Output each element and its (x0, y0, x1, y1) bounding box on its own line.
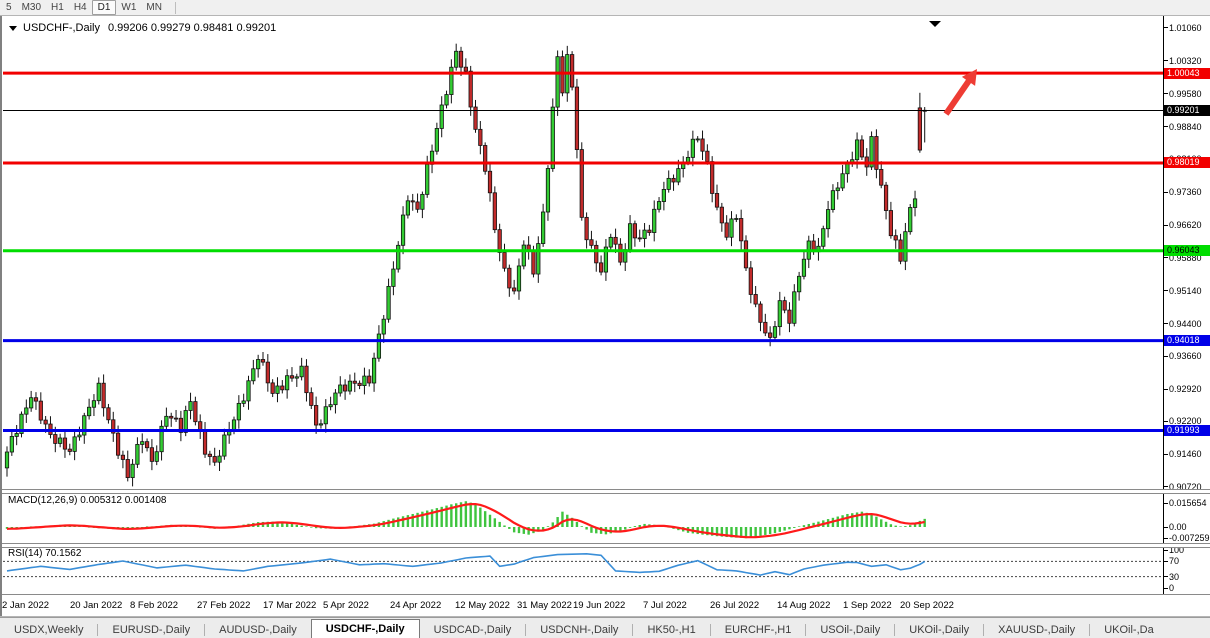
rsi-axis-tick: 0 (1169, 583, 1174, 593)
pane-separator[interactable] (0, 543, 1210, 548)
symbol-tab-eurusd-daily[interactable]: EURUSD-,Daily (98, 622, 204, 638)
axis-tick-mark (1163, 561, 1168, 562)
symbol-tab-usdcnh-daily[interactable]: USDCNH-,Daily (526, 622, 632, 638)
date-axis-tick: 12 May 2022 (455, 600, 510, 611)
axis-tick-mark (1163, 550, 1168, 551)
price-axis-tick: 0.97360 (1169, 187, 1202, 197)
axis-tick-mark (1163, 421, 1168, 422)
price-level-badge: 0.94018 (1164, 335, 1210, 346)
axis-tick-mark (1163, 486, 1168, 487)
symbol-tab-xauusd-daily[interactable]: XAUUSD-,Daily (984, 622, 1089, 638)
price-level-badge: 0.99201 (1164, 105, 1210, 116)
macd-axis-tick: 0.00 (1169, 522, 1187, 532)
price-axis-tick: 0.96620 (1169, 220, 1202, 230)
axis-tick-mark (1163, 454, 1168, 455)
rsi-axis-tick: 30 (1169, 572, 1179, 582)
date-axis-tick: 27 Feb 2022 (197, 600, 250, 611)
timeframe-button-m30[interactable]: M30 (17, 1, 46, 14)
macd-pane[interactable] (3, 492, 1163, 543)
rsi-indicator-label: RSI(14) 70.1562 (8, 548, 81, 559)
macd-axis-tick: -0.007259 (1169, 533, 1210, 543)
date-axis-tick: 2 Jan 2022 (2, 600, 49, 611)
chart-symbol-label: USDCHF-,Daily (23, 22, 100, 34)
timeframe-button-mn[interactable]: MN (141, 1, 167, 14)
toolbar-separator (175, 2, 176, 14)
price-level-badge: 0.98019 (1164, 157, 1210, 168)
axis-tick-mark (1163, 93, 1168, 94)
axis-tick-mark (1163, 192, 1168, 193)
axis-tick-mark (1163, 27, 1168, 28)
axis-tick-mark (1163, 538, 1168, 539)
axis-tick-mark (1163, 60, 1168, 61)
price-pane[interactable] (3, 16, 1163, 490)
axis-tick-mark (1163, 503, 1168, 504)
price-level-badge: 0.91993 (1164, 425, 1210, 436)
price-axis-line (1163, 16, 1164, 594)
axis-tick-mark (1163, 323, 1168, 324)
macd-axis-tick: 0.015654 (1169, 498, 1207, 508)
timeframe-button-h1[interactable]: H1 (46, 1, 69, 14)
price-axis-tick: 0.99580 (1169, 89, 1202, 99)
axis-tick-mark (1163, 126, 1168, 127)
chart-frame-left (0, 15, 2, 616)
symbol-tab-bar: USDX,WeeklyEURUSD-,DailyAUDUSD-,DailyUSD… (0, 617, 1210, 638)
date-axis-tick: 20 Jan 2022 (70, 600, 122, 611)
timeframe-button-5[interactable]: 5 (1, 1, 17, 14)
date-axis-tick: 19 Jun 2022 (573, 600, 625, 611)
price-axis-tick: 1.00320 (1169, 56, 1202, 66)
date-axis-tick: 31 May 2022 (517, 600, 572, 611)
symbol-tab-usdx-weekly[interactable]: USDX,Weekly (0, 622, 97, 638)
date-axis-tick: 7 Jul 2022 (643, 600, 687, 611)
rsi-axis-tick: 70 (1169, 556, 1179, 566)
price-axis-tick: 0.98840 (1169, 122, 1202, 132)
rsi-pane[interactable] (3, 546, 1163, 594)
date-axis-tick: 1 Sep 2022 (843, 600, 892, 611)
axis-tick-mark (1163, 257, 1168, 258)
axis-tick-mark (1163, 389, 1168, 390)
symbol-tab-usdcad-daily[interactable]: USDCAD-,Daily (420, 622, 526, 638)
symbol-tab-usdchf-daily[interactable]: USDCHF-,Daily (311, 619, 420, 638)
price-axis-tick: 0.94400 (1169, 319, 1202, 329)
price-axis-tick: 1.01060 (1169, 23, 1202, 33)
pane-separator[interactable] (0, 489, 1210, 494)
symbol-tab-audusd-daily[interactable]: AUDUSD-,Daily (205, 622, 311, 638)
price-level-badge: 1.00043 (1164, 68, 1210, 79)
axis-tick-mark (1163, 225, 1168, 226)
symbol-tab-eurchf-h1[interactable]: EURCHF-,H1 (711, 622, 806, 638)
date-axis-tick: 5 Apr 2022 (323, 600, 369, 611)
trading-platform-window: 5M30H1H4D1W1MN USDCHF-,Daily 0.99206 0.9… (0, 0, 1210, 638)
timeframe-button-h4[interactable]: H4 (69, 1, 92, 14)
price-axis-tick: 0.91460 (1169, 449, 1202, 459)
axis-tick-mark (1163, 356, 1168, 357)
date-axis-tick: 24 Apr 2022 (390, 600, 441, 611)
collapse-triangle-icon[interactable] (9, 26, 17, 31)
axis-tick-mark (1163, 576, 1168, 577)
timeframe-toolbar: 5M30H1H4D1W1MN (0, 0, 1210, 16)
timeframe-button-w1[interactable]: W1 (116, 1, 141, 14)
chart-ohlc-values: 0.99206 0.99279 0.98481 0.99201 (108, 22, 276, 34)
date-axis-tick: 14 Aug 2022 (777, 600, 830, 611)
date-axis-tick: 20 Sep 2022 (900, 600, 954, 611)
axis-tick-mark (1163, 290, 1168, 291)
price-axis-tick: 0.92920 (1169, 384, 1202, 394)
date-axis-tick: 8 Feb 2022 (130, 600, 178, 611)
timeframe-button-d1[interactable]: D1 (92, 0, 117, 15)
axis-tick-mark (1163, 527, 1168, 528)
macd-indicator-label: MACD(12,26,9) 0.005312 0.001408 (8, 495, 166, 506)
pane-separator (0, 594, 1210, 595)
axis-tick-mark (1163, 588, 1168, 589)
symbol-tab-usoil-daily[interactable]: USOil-,Daily (806, 622, 894, 638)
chart-title: USDCHF-,Daily 0.99206 0.99279 0.98481 0.… (9, 22, 276, 34)
price-axis-tick: 0.95140 (1169, 286, 1202, 296)
price-level-badge: 0.96043 (1164, 245, 1210, 256)
symbol-tab-hk50-h1[interactable]: HK50-,H1 (633, 622, 709, 638)
symbol-tab-ukoil-daily[interactable]: UKOil-,Daily (895, 622, 983, 638)
date-axis-tick: 26 Jul 2022 (710, 600, 759, 611)
price-axis-tick: 0.93660 (1169, 351, 1202, 361)
date-axis-tick: 17 Mar 2022 (263, 600, 316, 611)
symbol-tab-ukoil-da[interactable]: UKOil-,Da (1090, 622, 1168, 638)
